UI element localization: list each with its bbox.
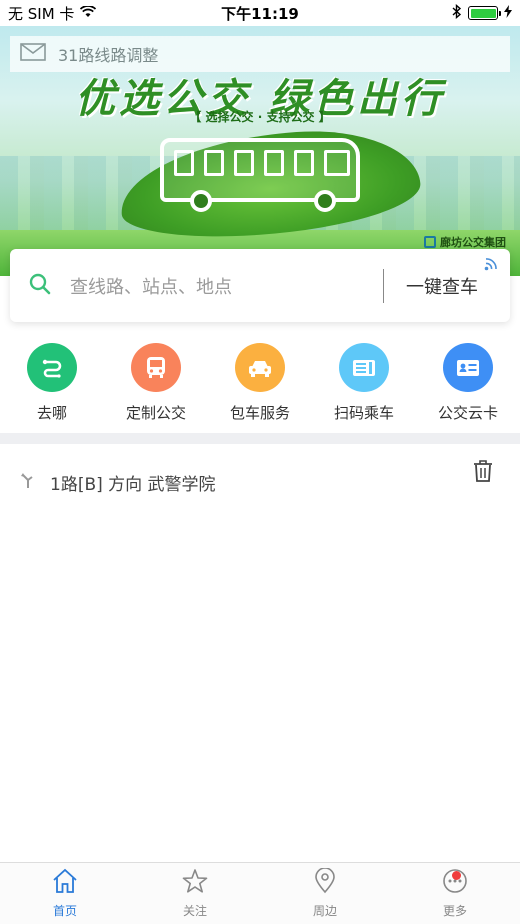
status-right [452,3,512,23]
status-left: 无 SIM 卡 [8,3,97,24]
bus-window [174,150,194,176]
tab-label: 首页 [52,904,77,918]
home-icon [52,868,78,898]
star-icon [182,868,208,898]
battery-icon [468,6,501,20]
status-bar: 无 SIM 卡 下午11:19 [0,0,520,26]
envelope-icon [20,43,46,65]
tab-more[interactable]: 更多 [390,863,520,924]
search-divider [382,268,384,303]
tab-label: 关注 [182,904,207,918]
company-logo: 廊坊公交集团 [424,234,506,250]
charging-icon [504,4,512,22]
app-screen: 无 SIM 卡 下午11:19 优选公交 绿色出行 【 选择公交 · 支持公交 … [0,0,520,924]
bus-illustration [160,138,360,212]
quick-action-label: 包车服务 [229,404,290,422]
tab-label: 周边 [312,904,337,918]
tab-home[interactable]: 首页 [0,863,130,924]
quick-action-custom-bus[interactable]: 定制公交 [104,343,208,423]
quick-actions: 去哪 定制公交 包车服务 扫码乘车 公交云卡 [0,343,520,423]
tab-follow[interactable]: 关注 [130,863,260,924]
quick-action-scan-ride[interactable]: 扫码乘车 [312,343,416,423]
notice-text: 31路线路调整 [58,46,159,65]
bus-window [264,150,284,176]
bus-wheel [314,190,336,212]
route-branch-icon [20,471,36,493]
banner-subtitle: 【 选择公交 · 支持公交 】 [189,110,331,124]
history-route-text: 1路[B] 方向 武警学院 [50,474,216,495]
quick-action-label: 扫码乘车 [333,404,394,422]
card-icon [443,343,493,392]
search-icon-wrap [10,273,70,299]
tab-label: 更多 [442,904,467,918]
tab-nearby[interactable]: 周边 [260,863,390,924]
tab-bar: 首页 关注 周边 更多 [0,862,520,924]
car-icon [235,343,285,392]
signal-icon [484,255,498,276]
wifi-icon [80,4,97,22]
quick-check-label: 一键查车 [406,276,478,298]
route-icon [27,343,77,392]
quick-action-label: 去哪 [36,404,67,422]
quick-action-go-where[interactable]: 去哪 [0,343,104,423]
bus-wheel [190,190,212,212]
quick-action-charter[interactable]: 包车服务 [208,343,312,423]
bluetooth-icon [452,3,462,23]
search-input[interactable]: 查线路、站点、地点 [70,273,383,299]
bus-window [294,150,314,176]
bus-icon [131,343,181,392]
bus-window [234,150,254,176]
carrier-label: 无 SIM 卡 [8,4,75,23]
bus-window [324,150,350,176]
location-pin-icon [314,867,336,898]
quick-action-cloud-card[interactable]: 公交云卡 [416,343,520,423]
company-name: 廊坊公交集团 [440,236,506,249]
scan-ticket-icon [339,343,389,392]
quick-check-button[interactable]: 一键查车 [406,257,497,299]
section-divider [0,433,520,444]
quick-action-label: 定制公交 [125,404,186,422]
history-item[interactable]: 1路[B] 方向 武警学院 [0,455,520,509]
search-icon [29,273,51,299]
search-card: 查线路、站点、地点 一键查车 [10,249,510,322]
battery-fill [470,8,496,18]
trash-icon[interactable] [472,459,494,487]
quick-action-label: 公交云卡 [437,404,498,422]
company-logo-mark [424,236,436,248]
bus-window [204,150,224,176]
notice-bar[interactable]: 31路线路调整 [10,36,510,72]
notification-badge [452,871,461,880]
